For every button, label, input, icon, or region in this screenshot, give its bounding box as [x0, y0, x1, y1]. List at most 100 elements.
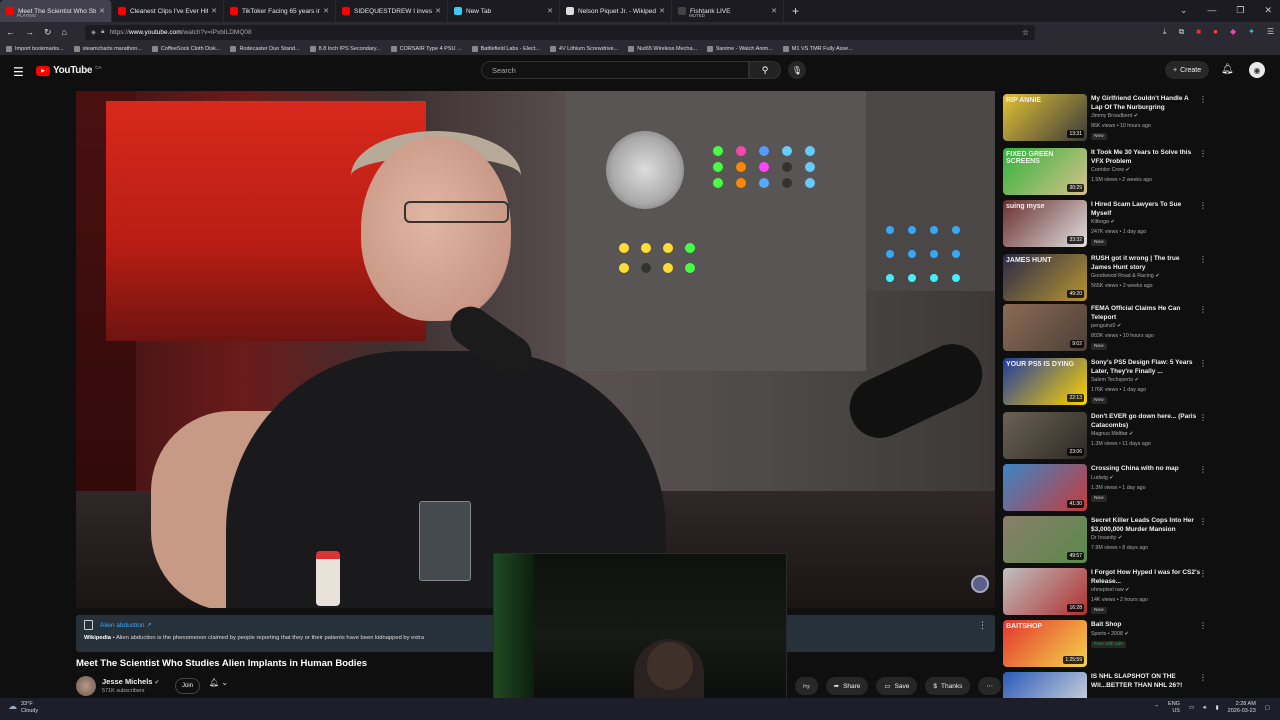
bookmark-item[interactable]: CoffeeSock Cloth Disk... — [151, 45, 220, 52]
new-tab-button[interactable]: + — [792, 4, 799, 18]
bookmark-item[interactable]: Rodecaster Duo Stand... — [230, 45, 300, 52]
bookmark-item[interactable]: Import bookmarks... — [6, 45, 64, 52]
address-bar[interactable]: ◈ 🔒︎ https://www.youtube.com/watch?v=iPx… — [84, 24, 1035, 40]
notifications-center-icon[interactable]: ▢ — [1265, 705, 1270, 711]
recommendation-menu-icon[interactable]: ⋮ — [1199, 465, 1207, 474]
info-panel-title[interactable]: Alien abduction ↗ — [100, 621, 152, 629]
bookmark-star-icon[interactable]: ☆ — [1022, 28, 1029, 37]
video-player[interactable] — [76, 91, 995, 608]
channel-name[interactable]: Jesse Michels ✔ — [102, 677, 160, 686]
recommendation-thumbnail[interactable]: BAITSHOP 1:25:59 — [1003, 620, 1087, 667]
recommendation-thumbnail[interactable]: 41:30 — [1003, 464, 1087, 511]
bookmark-item[interactable]: 4V Lithium Screwdrive... — [549, 45, 618, 52]
create-button[interactable]: + Create — [1165, 61, 1210, 79]
recommendation-item[interactable]: suing myse 33:32 I Hired Scam Lawyers To S… — [1003, 198, 1208, 248]
recommendation-item[interactable]: 49:57 Secret Killer Leads Cops Into Her $… — [1003, 514, 1208, 564]
recommendation-item[interactable]: JAMES HUNT 49:20 RUSH got it wrong | The t… — [1003, 252, 1208, 302]
browser-tab[interactable]: New Tab ✕ — [448, 0, 560, 22]
youtube-logo[interactable]: ▶ YouTube CA — [36, 65, 101, 76]
recommendation-channel[interactable]: Ludwig ✔ — [1091, 475, 1114, 481]
recommendation-menu-icon[interactable]: ⋮ — [1199, 95, 1207, 104]
recommendation-thumbnail[interactable]: 23:06 — [1003, 412, 1087, 459]
browser-tab[interactable]: Fishtank LIVE MUTED ✕ — [672, 0, 784, 22]
tab-close-icon[interactable]: ✕ — [547, 7, 553, 15]
recommendation-channel[interactable]: penguinz0 ✔ — [1091, 323, 1121, 329]
account-avatar[interactable]: ◉ — [1249, 62, 1265, 78]
recommendation-menu-icon[interactable]: ⋮ — [1199, 413, 1207, 422]
recommendation-menu-icon[interactable]: ⋮ — [1199, 201, 1207, 210]
tab-list-icon[interactable]: ⌄ — [1180, 5, 1188, 16]
recommendation-title[interactable]: RUSH got it wrong | The true James Hunt … — [1091, 255, 1201, 272]
recommendation-item[interactable]: 23:06 Don't EVER go down here... (Paris C… — [1003, 410, 1208, 460]
dislike-button[interactable]: 👎︎ — [795, 677, 818, 695]
guide-menu-icon[interactable]: ☰ — [13, 65, 24, 79]
recommendation-menu-icon[interactable]: ⋮ — [1199, 149, 1207, 158]
tab-close-icon[interactable]: ✕ — [323, 7, 329, 15]
tab-close-icon[interactable]: ✕ — [659, 7, 665, 15]
recommendation-item[interactable]: 41:30 Crossing China with no map Ludwig ✔ 1… — [1003, 462, 1208, 512]
menu-icon[interactable]: ☰ — [1267, 27, 1274, 37]
recommendation-menu-icon[interactable]: ⋮ — [1199, 621, 1207, 630]
recommendation-menu-icon[interactable]: ⋮ — [1199, 359, 1207, 368]
extension-red-icon[interactable]: ■ — [1196, 27, 1201, 37]
back-icon[interactable]: ← — [6, 27, 15, 37]
recommendation-channel[interactable]: Salem Techsperts ✔ — [1091, 377, 1139, 383]
recommendation-thumbnail[interactable]: suing myse 33:32 — [1003, 200, 1087, 247]
clock[interactable]: 2:28 AM 2026-03-23 — [1228, 701, 1256, 715]
lock-icon[interactable]: 🔒︎ — [101, 28, 104, 36]
recommendation-thumbnail[interactable]: RIP ANNIE 13:31 — [1003, 94, 1087, 141]
recommendation-channel[interactable]: ohnepixel raw ✔ — [1091, 587, 1130, 593]
join-button[interactable]: Join — [175, 678, 200, 694]
recommendation-channel[interactable]: Corridor Crew ✔ — [1091, 167, 1130, 173]
voice-search-button[interactable]: 🎙︎ — [788, 61, 806, 79]
tab-close-icon[interactable]: ✕ — [771, 7, 777, 15]
browser-tab[interactable]: Cleanest Clips I've Ever Hit... ✕ — [112, 0, 224, 22]
weather-widget[interactable]: ☁ 33°F Cloudy — [8, 701, 38, 715]
bookmark-item[interactable]: 8.8 Inch IPS Secondary... — [309, 45, 381, 52]
recommendation-item[interactable]: 16:28 I Forgot How Hyped I was for CS2's … — [1003, 566, 1208, 616]
recommendation-title[interactable]: IS NHL SLAPSHOT ON THE WII...BETTER THAN… — [1091, 673, 1201, 690]
extension-teal-icon[interactable]: ✦ — [1248, 27, 1255, 37]
recommendation-item[interactable]: YOUR PS5 IS DYING 22:13 Sony's PS5 Design … — [1003, 356, 1208, 406]
extension-record-icon[interactable]: ● — [1213, 27, 1218, 37]
recommendation-title[interactable]: Secret Killer Leads Cops Into Her $3,000… — [1091, 517, 1201, 534]
language-indicator[interactable]: ENG US — [1168, 701, 1180, 715]
recommendation-thumbnail[interactable]: 9:02 — [1003, 304, 1087, 351]
maximize-icon[interactable]: ❐ — [1236, 5, 1244, 16]
bookmark-item[interactable]: 9anime - Watch Anim... — [707, 45, 773, 52]
more-actions-button[interactable]: ⋯ — [978, 677, 1001, 695]
recommendation-menu-icon[interactable]: ⋮ — [1199, 517, 1207, 526]
recommendation-item[interactable]: RIP ANNIE 13:31 My Girlfriend Couldn't Han… — [1003, 92, 1208, 142]
tab-close-icon[interactable]: ✕ — [99, 7, 105, 15]
minimize-icon[interactable]: — — [1207, 5, 1216, 16]
thanks-button[interactable]: $ Thanks — [925, 677, 971, 695]
share-button[interactable]: ➦ Share — [825, 677, 869, 695]
recommendation-menu-icon[interactable]: ⋮ — [1199, 673, 1207, 682]
battery-icon[interactable]: ▮ — [1216, 705, 1219, 711]
search-input[interactable]: Search — [481, 61, 749, 79]
extension-pink-icon[interactable]: ◆ — [1230, 27, 1236, 37]
recommendation-menu-icon[interactable]: ⋮ — [1199, 569, 1207, 578]
recommendation-channel[interactable]: Kitboga ✔ — [1091, 219, 1115, 225]
browser-tab[interactable]: TikToker Facing 65 years in Pris✕ — [224, 0, 336, 22]
info-panel-more-icon[interactable]: ⋮ — [978, 620, 987, 631]
recommendation-item[interactable]: 9:02 FEMA Official Claims He Can Teleport… — [1003, 302, 1208, 352]
recommendation-menu-icon[interactable]: ⋮ — [1199, 255, 1207, 264]
bookmark-item[interactable]: steamcharts marathon... — [73, 45, 142, 52]
subscription-bell-button[interactable]: 🔔︎ ⌄ — [209, 678, 228, 687]
browser-tab[interactable]: SIDEQUESTDREW I investigate✕ — [336, 0, 448, 22]
recommendation-thumbnail[interactable]: 49:57 — [1003, 516, 1087, 563]
forward-icon[interactable]: → — [25, 27, 34, 37]
recommendation-channel[interactable]: Sports • 2008 ✔ — [1091, 631, 1129, 637]
recommendation-title[interactable]: Don't EVER go down here... (Paris Cataco… — [1091, 413, 1201, 430]
downloads-icon[interactable]: ⤓ — [1163, 27, 1167, 37]
recommendation-title[interactable]: Sony's PS5 Design Flaw: 5 Years Later, T… — [1091, 359, 1201, 376]
recommendation-item[interactable]: BAITSHOP 1:25:59 Bait Shop Sports • 2008 ✔ F… — [1003, 618, 1208, 668]
recommendation-thumbnail[interactable]: YOUR PS5 IS DYING 22:13 — [1003, 358, 1087, 405]
recommendation-thumbnail[interactable]: 16:28 — [1003, 568, 1087, 615]
browser-tab[interactable]: Meet The Scientist Who StudiesPLAYING✕ — [0, 0, 112, 22]
network-icon[interactable]: ▭ — [1189, 705, 1194, 711]
recommendation-menu-icon[interactable]: ⋮ — [1199, 305, 1207, 314]
tab-close-icon[interactable]: ✕ — [435, 7, 441, 15]
tray-overflow-icon[interactable]: ⌃ — [1154, 705, 1159, 711]
